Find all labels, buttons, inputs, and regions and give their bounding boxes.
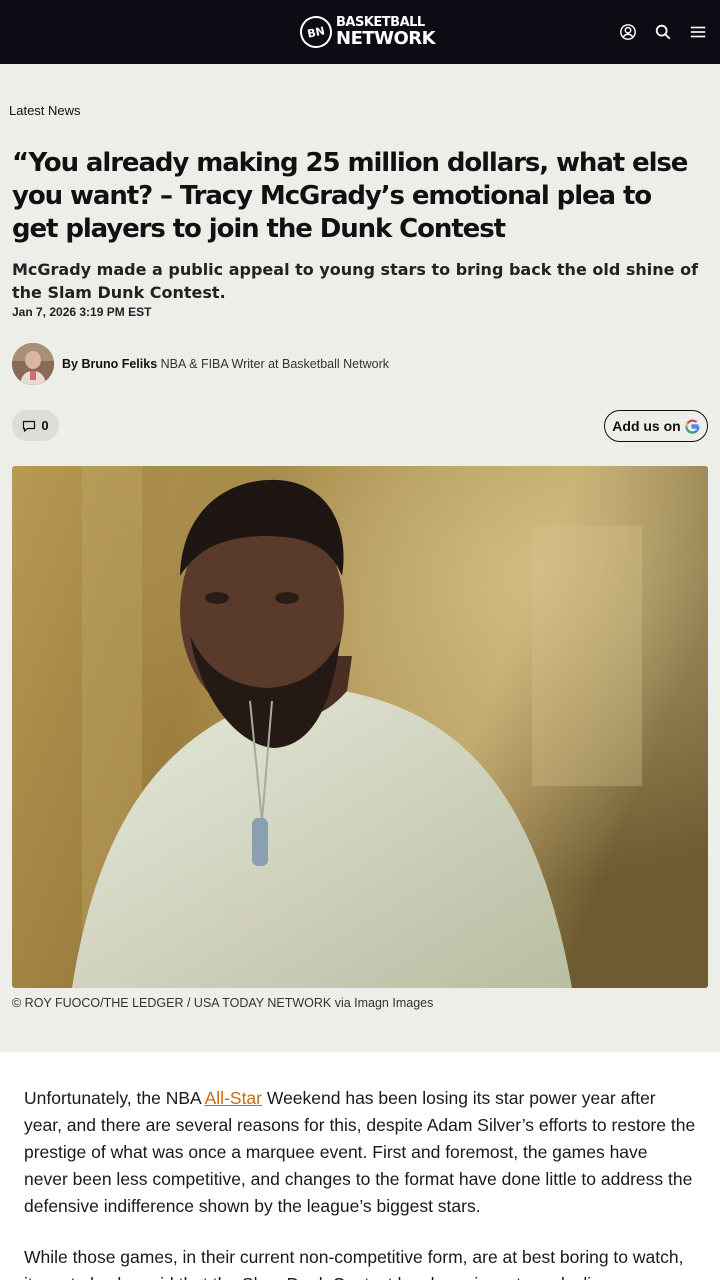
breadcrumb-latest-news[interactable]: Latest News [9,103,81,118]
comment-icon [23,420,36,432]
comment-count: 0 [41,418,49,433]
article-headline: “You already making 25 million dollars, … [12,148,688,244]
search-icon[interactable] [653,22,673,42]
author-avatar[interactable] [12,343,54,385]
menu-icon[interactable] [688,22,708,42]
author-role: NBA & FIBA Writer at Basketball Network [160,357,389,371]
image-caption: © ROY FUOCO/THE LEDGER / USA TODAY NETWO… [12,996,434,1010]
google-icon [685,418,700,434]
logo-line-2: NETWORK [336,28,436,49]
site-logo[interactable]: BN BASKETBALL NETWORK [297,13,436,51]
svg-text:TBS: TBS [220,905,268,930]
logo-wordmark: BASKETBALL NETWORK [336,16,436,49]
comments-button[interactable]: 0 [12,410,59,441]
top-navigation-bar: BN BASKETBALL NETWORK [0,0,720,64]
article-paragraph-1: Unfortunately, the NBA All-Star Weekend … [24,1085,696,1220]
article-subheading: McGrady made a public appeal to young st… [12,260,699,302]
add-us-label: Add us on [612,418,681,434]
paragraph-1-lead: Unfortunately, the NBA [24,1088,205,1108]
author-byline: By Bruno Feliks NBA & FIBA Writer at Bas… [62,357,389,371]
article-body: Unfortunately, the NBA All-Star Weekend … [0,1052,720,1280]
article-hero-image: TBS [12,466,708,988]
author-name[interactable]: By Bruno Feliks [62,357,157,371]
user-icon[interactable] [618,22,638,42]
publish-date: Jan 7, 2026 3:19 PM EST [12,305,152,319]
article-paragraph-2: While those games, in their current non-… [24,1247,684,1280]
all-star-link[interactable]: All-Star [205,1088,262,1108]
add-us-on-google-button[interactable]: Add us on [604,410,708,442]
logo-badge: BN [297,13,335,51]
